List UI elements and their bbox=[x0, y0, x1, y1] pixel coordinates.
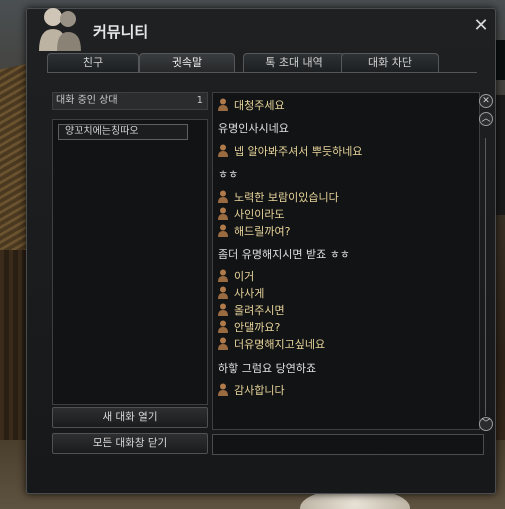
chat-message: 더유명해지고싶네요 bbox=[218, 337, 325, 353]
chat-message: 대청주세요 bbox=[218, 98, 285, 114]
contact-list: 양꼬치에는칭따오 bbox=[52, 119, 208, 405]
chat-message: 하핳 그럼요 당연하죠 bbox=[218, 362, 317, 375]
chat-message: 사사게 bbox=[218, 286, 264, 302]
chat-input[interactable] bbox=[212, 434, 484, 455]
chat-message: 유명인사시네요 bbox=[218, 122, 289, 135]
close-circle-icon[interactable]: ✕ bbox=[479, 94, 493, 108]
scroll-track-line[interactable] bbox=[485, 138, 486, 416]
chat-message: 안댈까요? bbox=[218, 320, 280, 336]
chat-message: 사인이라도 bbox=[218, 207, 285, 223]
person-icon bbox=[218, 337, 228, 350]
active-chats-label: 대화 중인 상대 bbox=[56, 95, 118, 106]
chat-log: 대청주세요 유명인사시네요 넵 알아봐주셔서 뿌듯하네요 ㅎㅎ 노력한 보람이있… bbox=[212, 92, 480, 430]
chat-message: 노력한 보람이있습니다 bbox=[218, 190, 339, 206]
person-icon bbox=[218, 286, 228, 299]
person-icon bbox=[218, 269, 228, 282]
close-all-chats-button[interactable]: 모든 대화창 닫기 bbox=[52, 433, 208, 454]
window-title: 커뮤니티 bbox=[93, 23, 149, 41]
person-icon bbox=[218, 383, 228, 396]
community-window: 커뮤니티 ✕ 친구 귓속말 톡 초대 내역 대화 차단 대화 중인 상대 1 양… bbox=[26, 8, 496, 494]
chat-message: 감사합니다 bbox=[218, 383, 285, 399]
tab-friends[interactable]: 친구 bbox=[47, 53, 139, 72]
close-icon[interactable]: ✕ bbox=[472, 17, 490, 35]
person-icon bbox=[218, 320, 228, 333]
chat-scrollbar[interactable]: ✕ ︿ ﹀ bbox=[479, 94, 493, 431]
community-avatar-icon bbox=[39, 8, 81, 51]
tab-talk-invites[interactable]: 톡 초대 내역 bbox=[243, 53, 345, 72]
chat-message: 올려주시면 bbox=[218, 303, 285, 319]
chat-message: 이거 bbox=[218, 269, 254, 285]
chevron-down-icon[interactable]: ﹀ bbox=[479, 417, 493, 431]
person-icon bbox=[218, 98, 228, 111]
tab-chat-block[interactable]: 대화 차단 bbox=[341, 53, 439, 72]
chat-message: 좀더 유명해지시면 받죠 ㅎㅎ bbox=[218, 248, 350, 261]
active-chats-header: 대화 중인 상대 1 bbox=[52, 92, 208, 110]
chevron-up-icon[interactable]: ︿ bbox=[479, 112, 493, 126]
person-icon bbox=[218, 303, 228, 316]
contact-item[interactable]: 양꼬치에는칭따오 bbox=[58, 124, 188, 140]
tab-whisper[interactable]: 귓속말 bbox=[139, 53, 235, 72]
chat-message: ㅎㅎ bbox=[218, 168, 239, 181]
person-icon bbox=[218, 207, 228, 220]
person-icon bbox=[218, 224, 228, 237]
open-new-chat-button[interactable]: 새 대화 열기 bbox=[52, 407, 208, 428]
person-icon bbox=[218, 144, 228, 157]
chat-message: 해드릴까여? bbox=[218, 224, 290, 240]
chat-message: 넵 알아봐주셔서 뿌듯하네요 bbox=[218, 144, 362, 160]
person-icon bbox=[218, 190, 228, 203]
active-chats-count: 1 bbox=[196, 95, 203, 106]
title-bar[interactable]: 커뮤니티 ✕ bbox=[27, 8, 495, 51]
